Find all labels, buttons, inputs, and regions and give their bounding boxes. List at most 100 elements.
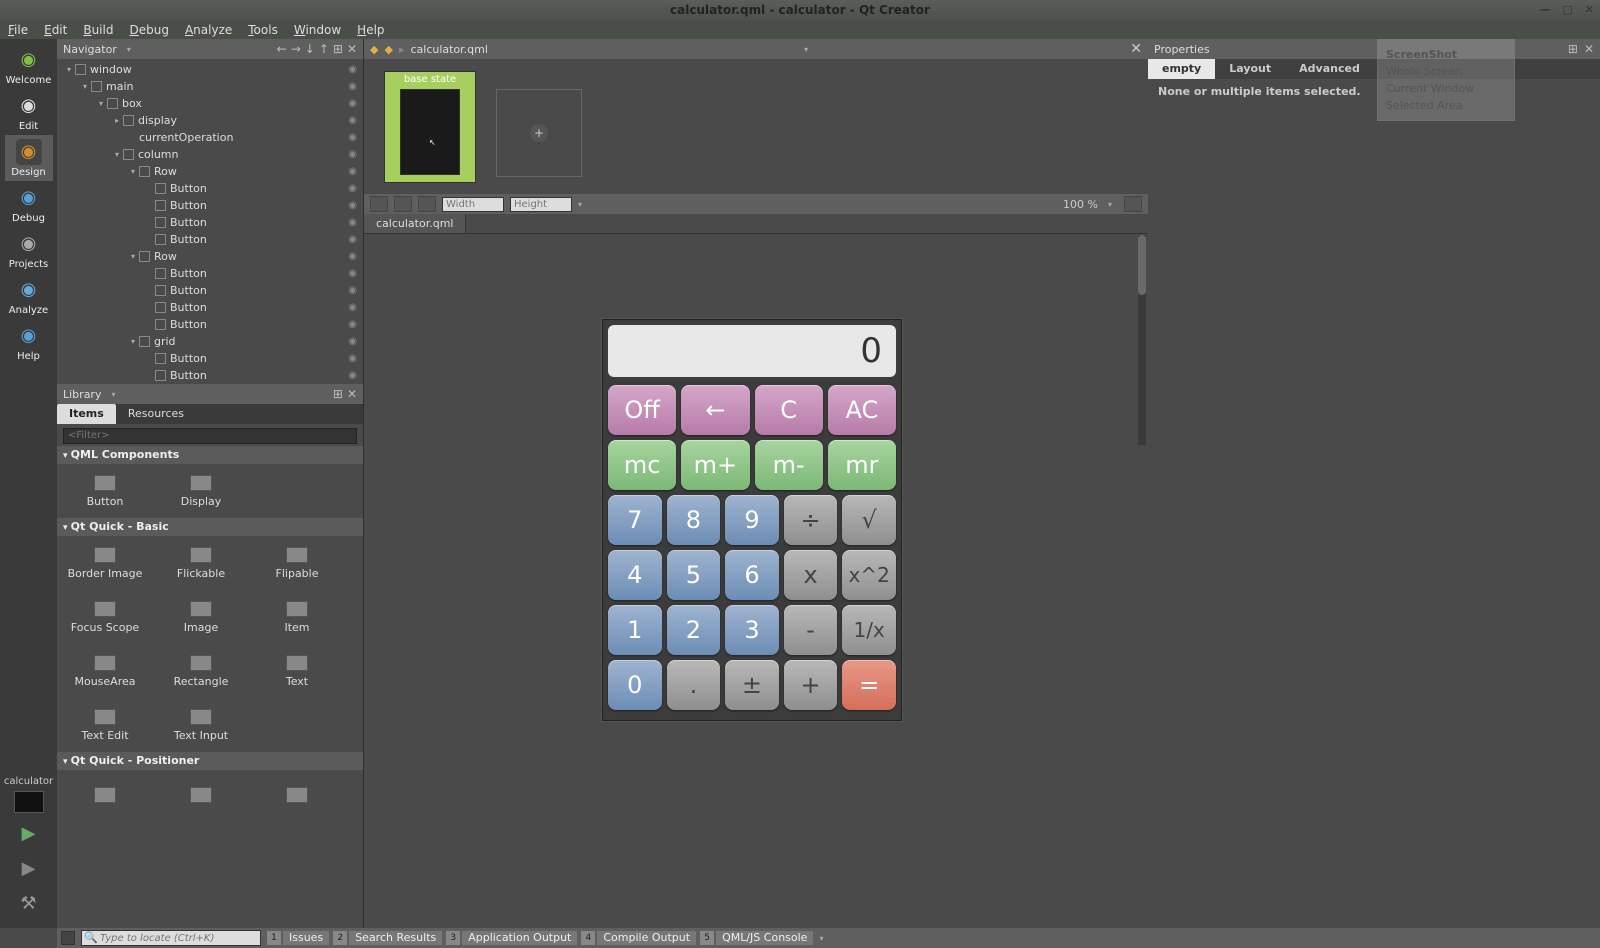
- calc-btn[interactable]: 1/x: [842, 605, 896, 655]
- mode-design[interactable]: ◉Design: [5, 135, 53, 181]
- props-tab-layout[interactable]: Layout: [1215, 59, 1285, 79]
- calc-btn[interactable]: 5: [667, 550, 721, 600]
- calc-btn[interactable]: mc: [608, 440, 676, 490]
- library-tab-items[interactable]: Items: [57, 404, 116, 424]
- design-canvas[interactable]: 0 Off←CACmcm+m-mr789÷√456xx^2123-1/x0.±+…: [364, 234, 1148, 928]
- library-tab-resources[interactable]: Resources: [116, 404, 196, 424]
- props-tab-empty[interactable]: empty: [1148, 59, 1215, 79]
- state-card-base[interactable]: base state ↖: [384, 71, 476, 183]
- lib-item[interactable]: Focus Scope: [57, 590, 153, 644]
- zoom-dd-icon[interactable]: ▾: [1108, 200, 1112, 209]
- lib-item[interactable]: [249, 770, 345, 824]
- file-tab[interactable]: calculator.qml: [364, 214, 466, 233]
- run-icon[interactable]: ▶: [22, 823, 36, 844]
- lib-item[interactable]: Image: [153, 590, 249, 644]
- overlay-item[interactable]: Selected Area: [1386, 97, 1506, 114]
- menu-help[interactable]: Help: [357, 23, 384, 37]
- calc-btn[interactable]: m-: [755, 440, 823, 490]
- status-pane-qml/js console[interactable]: 5QML/JS Console: [700, 931, 813, 945]
- navigator-title[interactable]: Navigator: [63, 43, 127, 56]
- lib-item[interactable]: Flickable: [153, 536, 249, 590]
- nav-item-button[interactable]: Button◉: [57, 265, 363, 282]
- menu-analyze[interactable]: Analyze: [185, 23, 232, 37]
- calc-btn[interactable]: ±: [725, 660, 779, 710]
- mode-welcome[interactable]: ◉Welcome: [5, 43, 53, 89]
- nav-item-button[interactable]: Button◉: [57, 350, 363, 367]
- library-filter-input[interactable]: [63, 428, 357, 444]
- lib-section-header[interactable]: QML Components: [57, 446, 363, 464]
- crumb-file[interactable]: calculator.qml: [410, 43, 487, 56]
- tb-bound-icon[interactable]: [370, 196, 388, 212]
- nav-split-icon[interactable]: ⊞: [333, 42, 343, 56]
- width-input[interactable]: [442, 197, 504, 212]
- crumb-close-icon[interactable]: ✕: [1130, 41, 1142, 57]
- screenshot-overlay[interactable]: ScreenShot Whole Screen Current Window S…: [1377, 39, 1515, 121]
- calc-btn[interactable]: x^2: [842, 550, 896, 600]
- lib-item[interactable]: [153, 770, 249, 824]
- mode-projects[interactable]: ◉Projects: [5, 227, 53, 273]
- mode-analyze[interactable]: ◉Analyze: [5, 273, 53, 319]
- locator-input[interactable]: [81, 930, 261, 946]
- lib-item[interactable]: Text Edit: [57, 698, 153, 752]
- nav-item-button[interactable]: Button◉: [57, 316, 363, 333]
- calc-btn[interactable]: x: [784, 550, 838, 600]
- menu-tools[interactable]: Tools: [248, 23, 278, 37]
- lib-item[interactable]: Border Image: [57, 536, 153, 590]
- target-selector-icon[interactable]: [14, 791, 44, 813]
- lib-item[interactable]: Text: [249, 644, 345, 698]
- props-split-icon[interactable]: ⊞: [1568, 42, 1578, 56]
- calc-btn[interactable]: +: [784, 660, 838, 710]
- nav-item-grid[interactable]: ▾grid◉: [57, 333, 363, 350]
- nav-up-icon[interactable]: ↑: [319, 42, 329, 56]
- crumb-diamond-icon[interactable]: ◆: [370, 43, 378, 56]
- minimize-icon[interactable]: —: [1540, 3, 1551, 16]
- nav-fwd-icon[interactable]: →: [291, 42, 301, 56]
- library-title[interactable]: Library: [63, 388, 111, 401]
- lib-item[interactable]: Display: [153, 464, 249, 518]
- calc-btn[interactable]: m+: [681, 440, 749, 490]
- nav-item-main[interactable]: ▾main◉: [57, 78, 363, 95]
- nav-item-window[interactable]: ▾window◉: [57, 61, 363, 78]
- calc-btn[interactable]: C: [755, 385, 823, 435]
- menu-edit[interactable]: Edit: [44, 23, 67, 37]
- lib-section-header[interactable]: Qt Quick - Positioner: [57, 752, 363, 770]
- navigator-tree[interactable]: ▾window◉▾main◉▾box◉▸display◉currentOpera…: [57, 59, 363, 384]
- calc-btn[interactable]: 4: [608, 550, 662, 600]
- state-card-add[interactable]: +: [496, 89, 582, 177]
- lib-item[interactable]: Item: [249, 590, 345, 644]
- lib-item[interactable]: Text Input: [153, 698, 249, 752]
- status-toggle-icon[interactable]: [61, 931, 75, 945]
- status-pane-compile output[interactable]: 4Compile Output: [581, 931, 696, 945]
- calc-btn[interactable]: 9: [725, 495, 779, 545]
- nav-item-button[interactable]: Button◉: [57, 214, 363, 231]
- lib-item[interactable]: [57, 770, 153, 824]
- calc-btn[interactable]: -: [784, 605, 838, 655]
- status-dd-icon[interactable]: ▾: [819, 934, 823, 943]
- nav-back-icon[interactable]: ←: [277, 42, 287, 56]
- lib-item[interactable]: MouseArea: [57, 644, 153, 698]
- crumb-diamond2-icon[interactable]: ◆: [384, 43, 392, 56]
- nav-item-button[interactable]: Button◉: [57, 231, 363, 248]
- menu-file[interactable]: File: [8, 23, 28, 37]
- nav-item-row[interactable]: ▾Row◉: [57, 248, 363, 265]
- run-debug-icon[interactable]: ▶: [22, 858, 36, 879]
- calc-btn[interactable]: 2: [667, 605, 721, 655]
- menu-debug[interactable]: Debug: [129, 23, 168, 37]
- tb-snap-icon[interactable]: [394, 196, 412, 212]
- status-pane-issues[interactable]: 1Issues: [267, 931, 329, 945]
- height-input[interactable]: [510, 197, 572, 212]
- nav-close-icon[interactable]: ✕: [347, 42, 357, 56]
- maximize-icon[interactable]: ▢: [1563, 3, 1573, 16]
- calc-btn[interactable]: 7: [608, 495, 662, 545]
- calc-btn[interactable]: =: [842, 660, 896, 710]
- status-pane-search results[interactable]: 2Search Results: [333, 931, 442, 945]
- props-close-icon[interactable]: ✕: [1584, 42, 1594, 56]
- nav-down-icon[interactable]: ↓: [305, 42, 315, 56]
- calc-btn[interactable]: 0: [608, 660, 662, 710]
- tb-reset-icon[interactable]: [1124, 196, 1142, 212]
- calc-btn[interactable]: AC: [828, 385, 896, 435]
- mode-debug[interactable]: ◉Debug: [5, 181, 53, 227]
- calc-btn[interactable]: Off: [608, 385, 676, 435]
- mode-help[interactable]: ◉Help: [5, 319, 53, 365]
- calc-btn[interactable]: 3: [725, 605, 779, 655]
